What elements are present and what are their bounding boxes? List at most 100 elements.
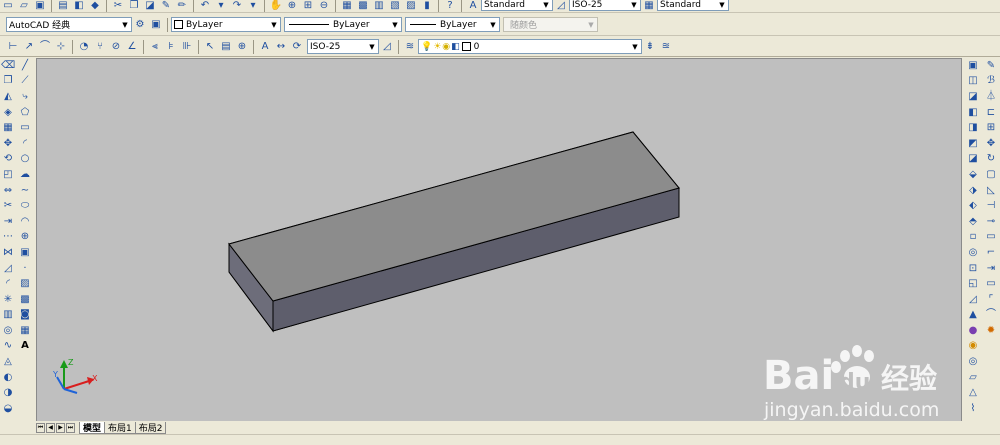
cut-icon[interactable]: ✂: [111, 1, 125, 12]
line-icon[interactable]: ╱: [18, 58, 32, 74]
make-block-icon[interactable]: ▣: [18, 245, 32, 261]
join-right-icon[interactable]: ⇥: [984, 261, 998, 277]
ellipse-icon[interactable]: ⬭: [18, 198, 32, 214]
back-view-icon[interactable]: ◪: [966, 152, 980, 168]
tool-palettes-icon[interactable]: ▥: [372, 1, 386, 12]
trim-icon[interactable]: ✂: [1, 198, 15, 214]
preview-icon[interactable]: ◧: [72, 1, 86, 12]
wedge-icon[interactable]: ◿: [966, 292, 980, 308]
hatch-icon[interactable]: ▨: [18, 276, 32, 292]
extend-icon[interactable]: ⇥: [1, 214, 15, 230]
print-icon[interactable]: ▤: [56, 1, 70, 12]
linetype-select[interactable]: ByLayer ▼: [284, 17, 402, 32]
zoom-realtime-icon[interactable]: ⊕: [285, 1, 299, 12]
array-right-icon[interactable]: ⊞: [984, 120, 998, 136]
prev-tab-icon[interactable]: ◀: [46, 422, 55, 433]
angular-dim-icon[interactable]: ∠: [125, 40, 139, 53]
next-tab-icon[interactable]: ▶: [56, 422, 65, 433]
block-editor-icon[interactable]: ✏: [175, 1, 189, 12]
quick-leader-icon[interactable]: ↖: [203, 40, 217, 53]
offset-right-icon[interactable]: ⊏: [984, 105, 998, 121]
baseline-dim-icon[interactable]: ⊧: [164, 40, 178, 53]
polyline-icon[interactable]: ⤷: [18, 89, 32, 105]
fillet-right-icon[interactable]: ⌜: [984, 292, 998, 308]
explode-right-icon[interactable]: ✹: [984, 323, 998, 339]
pyramid-icon[interactable]: △: [966, 385, 980, 401]
workspace-select[interactable]: AutoCAD 经典 ▼: [6, 17, 132, 32]
stretch-right-icon[interactable]: ◺: [984, 183, 998, 199]
tab-layout2[interactable]: 布局2: [134, 421, 167, 434]
redo-icon[interactable]: ↷: [230, 1, 244, 12]
text-style-icon[interactable]: A: [466, 1, 480, 12]
center-mark-icon[interactable]: ⊕: [235, 40, 249, 53]
planar-surface-icon[interactable]: ▱: [966, 370, 980, 386]
insert-block-icon[interactable]: ⊕: [18, 230, 32, 246]
match-properties-icon[interactable]: ✎: [159, 1, 173, 12]
tab-layout1[interactable]: 布局1: [104, 421, 136, 434]
table-style-icon[interactable]: ▦: [642, 1, 656, 12]
ne-iso-icon[interactable]: ⬖: [966, 198, 980, 214]
ellipse-arc-icon[interactable]: ◠: [18, 214, 32, 230]
tolerance-icon[interactable]: ▤: [219, 40, 233, 53]
copy-right-icon[interactable]: ℬ: [984, 74, 998, 90]
publish-icon[interactable]: ◆: [88, 1, 102, 12]
extend-right-icon[interactable]: ⊸: [984, 214, 998, 230]
helix-icon[interactable]: ⌇: [966, 401, 980, 417]
arc-length-icon[interactable]: ⌒: [38, 40, 52, 53]
rectangle-icon[interactable]: ▭: [18, 120, 32, 136]
fillet-curve-icon[interactable]: ⌒: [984, 308, 998, 324]
construction-line-icon[interactable]: ⟋: [18, 74, 32, 90]
sphere-icon[interactable]: ●: [966, 323, 980, 339]
orbit-icon[interactable]: ◎: [966, 245, 980, 261]
mirror-right-icon[interactable]: ⏃: [984, 89, 998, 105]
polygon-icon[interactable]: ⬠: [18, 105, 32, 121]
array-icon[interactable]: ▦: [1, 120, 15, 136]
first-tab-icon[interactable]: ⏮: [36, 422, 45, 433]
rotate-icon[interactable]: ⟲: [1, 152, 15, 168]
break-right-icon[interactable]: ⌐: [984, 245, 998, 261]
torus-icon[interactable]: ◎: [966, 354, 980, 370]
break-icon[interactable]: ⋯: [1, 230, 15, 246]
multiline-text-icon[interactable]: A: [18, 339, 32, 355]
tab-model[interactable]: 模型: [79, 421, 106, 434]
open-icon[interactable]: ▱: [17, 1, 31, 12]
extrude-icon[interactable]: ▥: [1, 308, 15, 324]
revision-cloud-icon[interactable]: ☁: [18, 167, 32, 183]
point-icon[interactable]: ·: [18, 261, 32, 277]
erase-right-icon[interactable]: ✎: [984, 58, 998, 74]
help-icon[interactable]: ?: [443, 1, 457, 12]
table-icon[interactable]: ▦: [18, 323, 32, 339]
top-view-icon[interactable]: ◫: [966, 74, 980, 90]
save-icon[interactable]: ▣: [33, 1, 47, 12]
rotate-right-icon[interactable]: ↻: [984, 152, 998, 168]
new-icon[interactable]: ▭: [1, 1, 15, 12]
bottom-view-icon[interactable]: ◪: [966, 89, 980, 105]
copy-object-icon[interactable]: ❐: [1, 74, 15, 90]
radius-dim-icon[interactable]: ◔: [77, 40, 91, 53]
fillet-icon[interactable]: ◜: [1, 276, 15, 292]
scale-icon[interactable]: ◰: [1, 167, 15, 183]
layer-select[interactable]: 💡 ☀ ◉ ◧ 0 ▼: [418, 39, 642, 54]
dim-update-icon[interactable]: ⟳: [290, 40, 304, 53]
properties-icon[interactable]: ▦: [340, 1, 354, 12]
union-icon[interactable]: ◐: [1, 370, 15, 386]
stretch-icon[interactable]: ⇔: [1, 183, 15, 199]
make-object-layer-current-icon[interactable]: ⇟: [643, 40, 657, 53]
cylinder-icon[interactable]: ◉: [966, 339, 980, 355]
linear-dim-icon[interactable]: ⊢: [6, 40, 20, 53]
redo-dropdown-icon[interactable]: ▾: [246, 1, 260, 12]
aligned-dim-icon[interactable]: ↗: [22, 40, 36, 53]
drawing-viewport[interactable]: Z X Y Bai du 经验 jingyan.baidu.com: [36, 58, 962, 422]
chamfer-icon[interactable]: ◿: [1, 261, 15, 277]
table-style-select[interactable]: Standard ▼: [657, 0, 729, 11]
gradient-icon[interactable]: ▩: [18, 292, 32, 308]
dim-text-edit-icon[interactable]: ↔: [274, 40, 288, 53]
lineweight-select[interactable]: ByLayer ▼: [405, 17, 500, 32]
dim-style-icon[interactable]: ◿: [554, 1, 568, 12]
explode-icon[interactable]: ✳: [1, 292, 15, 308]
dim-edit-icon[interactable]: A: [258, 40, 272, 53]
zoom-extents-icon[interactable]: ⊡: [966, 261, 980, 277]
named-views-icon[interactable]: ▣: [966, 58, 980, 74]
undo-icon[interactable]: ↶: [198, 1, 212, 12]
jogged-dim-icon[interactable]: ⑂: [93, 40, 107, 53]
